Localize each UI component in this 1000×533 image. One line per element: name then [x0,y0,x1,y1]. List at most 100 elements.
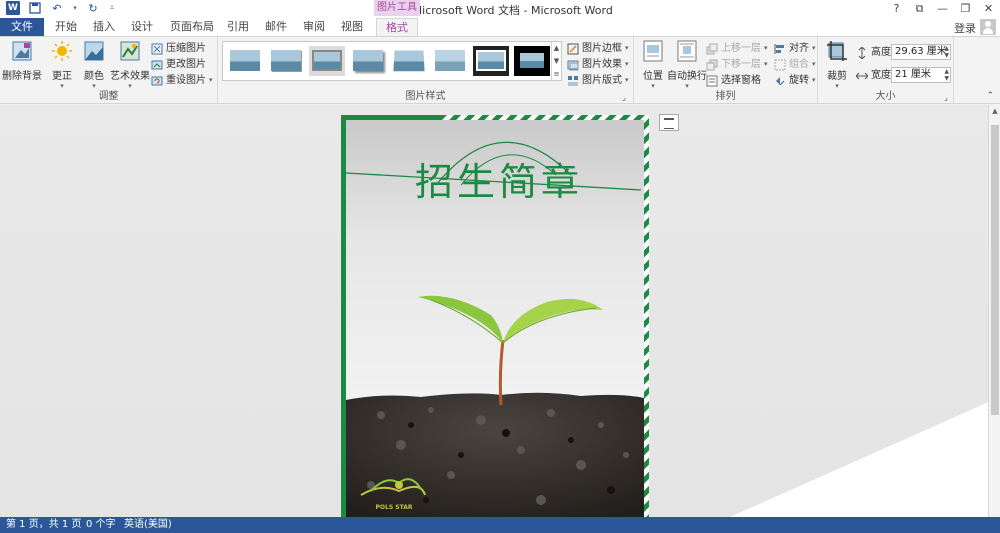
tab-view[interactable]: 视图 [338,18,366,36]
vertical-scrollbar[interactable]: ▲ [988,105,1000,517]
redo-icon[interactable]: ↻ [86,1,100,15]
crop-button[interactable]: 裁剪 ▾ [820,40,854,90]
layout-options-button[interactable] [659,114,679,131]
restore-button[interactable]: ❐ [954,0,977,18]
wrap-text-button[interactable]: 自动换行 ▾ [666,40,708,90]
word-logo-icon[interactable]: W [6,1,20,15]
width-input[interactable]: 21 厘米 ▲ ▼ [891,67,951,83]
selection-pane-button[interactable]: 选择窗格 [706,73,761,88]
arrange-group-label: 排列 [715,91,736,102]
bring-forward-icon [706,43,718,54]
reset-picture-icon [151,76,163,85]
tab-references[interactable]: 引用 [224,18,252,36]
scroll-up-icon[interactable]: ▲ [989,107,1000,115]
picture-effects-icon [567,60,579,70]
title-bar: W ↶ ▾ ↻ ⩡ 新建 Microsoft Word 文档 - Microso… [0,0,1000,18]
save-icon[interactable] [28,1,42,15]
tab-design[interactable]: 设计 [128,18,156,36]
status-language[interactable]: 英语(美国) [124,517,172,533]
size-group-label: 大小 [875,91,896,102]
picture-styles-launcher-icon[interactable]: ⌟ [619,93,629,102]
picture-style-thumb[interactable] [473,46,509,76]
height-spinner-icon[interactable]: ▲ ▼ [944,45,949,59]
quick-access-toolbar: W ↶ ▾ ↻ ⩡ [6,1,116,15]
change-picture-button[interactable]: 更改图片 [151,57,206,72]
compress-icon [151,43,163,54]
align-button[interactable]: 对齐 ▾ [774,41,816,56]
gallery-up-icon[interactable]: ▲ [552,42,561,55]
undo-dropdown-icon[interactable]: ▾ [72,1,78,15]
avatar[interactable] [980,19,996,35]
align-icon [774,43,784,54]
poster-title: 招生简章 [415,160,583,204]
reset-picture-button[interactable]: 重设图片 ▾ [151,73,213,88]
picture-styles-group-label: 图片样式 [405,91,446,102]
status-bar: 第 1 页，共 1 页 0 个字 英语(美国) [0,517,1000,533]
arrange-group: 位置 ▾ 自动换行 ▾ 上移一层 ▾ 下移一层 ▾ 选择窗格 对齐 ▾ 组合 ▾… [634,37,818,104]
window-title: 新建 Microsoft Word 文档 - Microsoft Word [387,4,613,17]
height-label: 高度: [856,45,894,60]
collapse-ribbon-icon[interactable]: ⌃ [986,91,994,101]
picture-layout-icon [568,75,578,86]
corrections-button[interactable]: 更正 ▾ [44,40,80,90]
width-spinner-icon[interactable]: ▲ ▼ [944,68,949,82]
tab-page-layout[interactable]: 页面布局 [166,18,218,36]
picture-tools-context-label: 图片工具 [374,0,420,16]
position-button[interactable]: 位置 ▾ [636,40,670,90]
undo-icon[interactable]: ↶ [50,1,64,15]
document-page[interactable]: 招生简章 POLS STAR [341,115,649,517]
ribbon-tabs: 文件 开始 插入 设计 页面布局 引用 邮件 审阅 视图 格式 登录 [0,18,1000,36]
size-launcher-icon[interactable]: ⌟ [941,93,951,102]
picture-layout-button[interactable]: 图片版式 ▾ [567,73,629,88]
picture-border-button[interactable]: 图片边框 ▾ [567,41,629,56]
adjust-group-label: 调整 [98,91,119,102]
tab-insert[interactable]: 插入 [90,18,118,36]
login-link[interactable]: 登录 [954,20,976,36]
picture-style-thumb[interactable] [432,46,468,76]
change-picture-icon [151,60,163,69]
picture-style-thumb[interactable] [350,46,386,76]
tab-review[interactable]: 审阅 [300,18,328,36]
group-button[interactable]: 组合 ▾ [774,57,816,72]
status-words[interactable]: 0 个字 [86,517,116,533]
size-group: 裁剪 ▾ 高度: 29.63 厘米 ▲ ▼ 宽度: 21 厘米 ▲ ▼ 大小 ⌟ [818,37,954,104]
wrap-text-icon [677,40,697,62]
gallery-more-icon[interactable]: ≡ [552,67,561,80]
help-button[interactable]: ? [885,0,908,18]
remove-background-icon [12,41,32,61]
picture-style-thumb[interactable] [514,46,550,76]
tab-format[interactable]: 格式 [376,18,418,36]
artistic-effects-icon [120,41,140,61]
bring-forward-button[interactable]: 上移一层 ▾ [706,41,768,56]
tab-file[interactable]: 文件 [0,18,44,36]
status-page[interactable]: 第 1 页，共 1 页 [6,517,81,533]
tab-home[interactable]: 开始 [52,18,80,36]
width-label: 宽度: [856,68,894,83]
height-input[interactable]: 29.63 厘米 ▲ ▼ [891,44,951,60]
close-button[interactable]: ✕ [977,0,1000,18]
picture-effects-button[interactable]: 图片效果 ▾ [567,57,629,72]
tab-mailings[interactable]: 邮件 [262,18,290,36]
scroll-thumb[interactable] [991,125,999,415]
artistic-effects-button[interactable]: 艺术效果 ▾ [108,40,152,90]
rotate-icon [776,76,785,85]
picture-style-thumb[interactable] [268,46,304,76]
poster-image[interactable]: 招生简章 POLS STAR [341,115,649,517]
rotate-button[interactable]: 旋转 ▾ [774,73,816,88]
picture-style-thumb[interactable] [309,46,345,76]
minimize-button[interactable]: — [931,0,954,18]
picture-style-thumb[interactable] [227,46,263,76]
page-curl-decoration [730,397,1000,517]
window-controls: ? ⧉ — ❐ ✕ [885,0,1000,18]
crop-icon [827,41,847,61]
picture-style-thumb[interactable] [391,46,427,76]
compress-pictures-button[interactable]: 压缩图片 [151,41,206,56]
send-backward-button[interactable]: 下移一层 ▾ [706,57,768,72]
selection-pane-icon [706,75,718,86]
ribbon-display-button[interactable]: ⧉ [908,0,931,18]
picture-border-icon [567,43,579,54]
customize-qat-icon[interactable]: ⩡ [108,1,116,15]
remove-background-button[interactable]: 删除背景 [2,40,42,82]
gallery-down-icon[interactable]: ▼ [552,55,561,68]
color-button[interactable]: 颜色 ▾ [76,40,112,90]
